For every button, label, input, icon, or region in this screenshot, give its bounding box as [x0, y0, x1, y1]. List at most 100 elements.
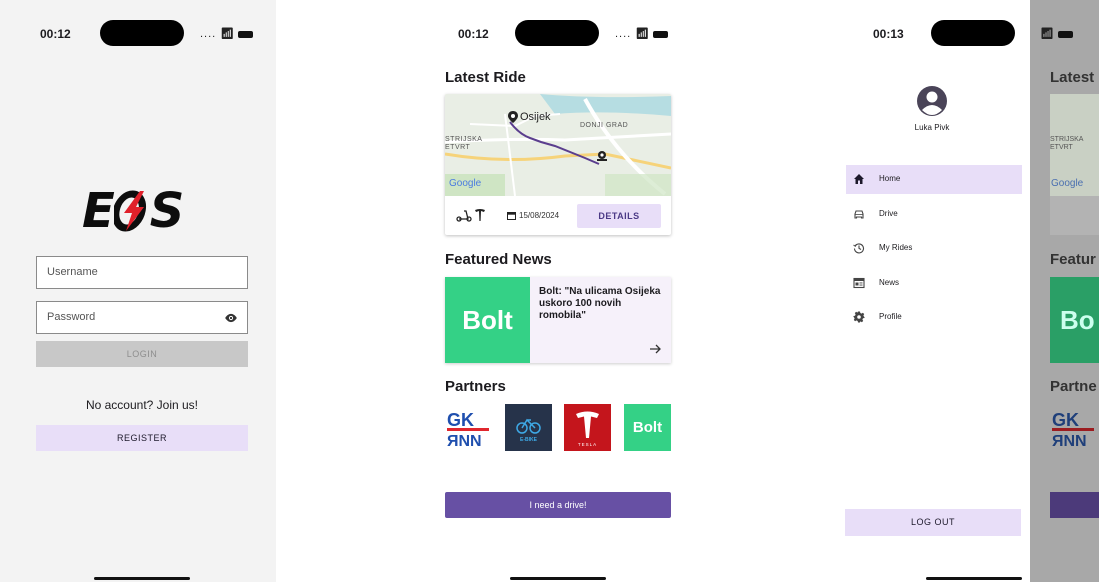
- home-indicator: [926, 577, 1022, 580]
- map-area-label-2: ETVRT: [445, 144, 471, 151]
- nav-label-drive: Drive: [879, 209, 898, 218]
- news-headline: Bolt: "Na ulicama Osijeka uskoro 100 nov…: [539, 286, 661, 321]
- logout-button[interactable]: LOG OUT: [845, 509, 1021, 536]
- need-drive-button[interactable]: I need a drive!: [445, 492, 671, 518]
- svg-text:ЯNN: ЯNN: [447, 433, 482, 450]
- partner-tesla-logo[interactable]: TESLA: [564, 404, 611, 451]
- gk-logo-icon: GK ЯNN: [447, 410, 489, 450]
- behind-map-label-2: ETVRT: [1050, 144, 1073, 151]
- behind-gk-logo: GK ЯNN: [1050, 404, 1097, 451]
- nav-label-home: Home: [879, 174, 901, 183]
- home-indicator: [94, 577, 190, 580]
- nav-label-news: News: [879, 278, 900, 287]
- join-text: No account? Join us!: [85, 398, 199, 412]
- behind-system-icons: 📶︎: [1040, 27, 1073, 40]
- register-button[interactable]: REGISTER: [36, 425, 248, 451]
- map-city-label: Osijek: [520, 111, 551, 123]
- battery-icon: [1057, 30, 1073, 38]
- behind-map: STRIJSKA ETVRT Google: [1050, 94, 1099, 196]
- login-button[interactable]: LOGIN: [36, 341, 248, 367]
- behind-bolt-tile: Bo: [1050, 277, 1099, 363]
- password-field[interactable]: Password: [36, 301, 248, 334]
- map-provider-label: Google: [449, 178, 482, 189]
- user-name: Luka Pivk: [914, 123, 950, 132]
- ride-date: 15/08/2024: [519, 211, 560, 220]
- logo-letter-e: E: [82, 183, 116, 239]
- featured-news-card[interactable]: Bolt Bolt: "Na ulicama Osijeka uskoro 10…: [445, 277, 671, 363]
- dynamic-island: [515, 20, 599, 46]
- arrow-right-icon[interactable]: [650, 344, 662, 354]
- status-time: 00:12: [458, 27, 489, 41]
- logo-letter-s: S: [149, 183, 186, 239]
- behind-partners-title: Partne: [1050, 378, 1097, 395]
- login-screen: 00:12 .... 📶︎ E S Username Password LOGI…: [0, 0, 276, 582]
- nav-item-profile[interactable]: Profile: [846, 303, 1022, 332]
- svg-text:GK: GK: [447, 410, 474, 430]
- nav-item-my-rides[interactable]: My Rides: [846, 234, 1022, 263]
- behind-featured-title: Featur: [1050, 251, 1096, 268]
- details-button[interactable]: DETAILS: [577, 204, 661, 228]
- home-indicator: [510, 577, 606, 580]
- tesla-mini-icon: [475, 209, 485, 221]
- gear-icon: [853, 311, 865, 323]
- partner-bolt-logo[interactable]: Bolt: [624, 404, 671, 451]
- behind-ride-row: [1050, 196, 1099, 235]
- logo-bolt-o-icon: [113, 190, 146, 232]
- wifi-icon: 📶︎: [635, 28, 651, 40]
- status-bar: 00:12 .... 📶︎: [414, 0, 690, 60]
- behind-map-label-1: STRIJSKA: [1050, 136, 1084, 143]
- svg-text:ЯNN: ЯNN: [1052, 433, 1087, 450]
- behind-map-provider: Google: [1051, 178, 1084, 189]
- behind-latest-title: Latest: [1050, 69, 1095, 86]
- battery-icon: [653, 30, 669, 38]
- newspaper-icon: [853, 277, 865, 289]
- wifi-icon: 📶︎: [220, 28, 236, 40]
- status-bar: 00:12 .... 📶︎: [0, 0, 276, 60]
- password-placeholder: Password: [47, 311, 96, 323]
- location-pin-icon: [508, 111, 518, 123]
- system-icons: .... 📶︎: [200, 27, 254, 40]
- news-bolt-logo: Bolt: [445, 277, 530, 363]
- drawer-screen: Latest STRIJSKA ETVRT Google Featur Bo P…: [830, 0, 1099, 582]
- nav-item-news[interactable]: News: [846, 269, 1022, 298]
- system-icons: .... 📶︎: [615, 27, 669, 40]
- scooter-icon: [456, 210, 472, 222]
- username-placeholder: Username: [47, 266, 98, 278]
- home-icon: [854, 174, 864, 184]
- ride-info-row: 15/08/2024 DETAILS: [445, 196, 671, 234]
- ride-map[interactable]: Osijek DONJI GRAD STRIJSKA ETVRT Google: [445, 94, 671, 196]
- latest-ride-card: Osijek DONJI GRAD STRIJSKA ETVRT Google …: [445, 94, 671, 235]
- account-circle-icon[interactable]: [917, 86, 947, 116]
- svg-text:GK: GK: [1052, 410, 1079, 430]
- svg-text:E-BIKE: E-BIKE: [520, 437, 538, 443]
- status-time: 00:12: [40, 27, 71, 41]
- calendar-icon: [507, 212, 516, 220]
- map-district-label: DONJI GRAD: [580, 122, 629, 129]
- partner-ebike-logo[interactable]: E-BIKE: [505, 404, 552, 451]
- eye-icon[interactable]: [224, 311, 238, 325]
- username-field[interactable]: Username: [36, 256, 248, 289]
- wifi-icon: 📶︎: [1040, 28, 1055, 40]
- ebike-logo-icon: E-BIKE: [516, 418, 541, 443]
- map-area-label-1: STRIJSKA: [445, 136, 483, 143]
- nav-item-drive[interactable]: Drive: [846, 200, 1022, 229]
- nav-item-home[interactable]: Home: [846, 165, 1022, 194]
- dashboard-screen: 00:12 .... 📶︎ Latest Ride Osijek DONJI G…: [414, 0, 690, 582]
- behind-drive-button: [1050, 492, 1099, 518]
- eos-logo: E S: [82, 183, 185, 239]
- status-time: 00:13: [873, 27, 904, 41]
- partners-title: Partners: [445, 378, 506, 395]
- svg-text:TESLA: TESLA: [578, 442, 597, 447]
- dynamic-island: [100, 20, 184, 46]
- drawer-scrim[interactable]: Latest STRIJSKA ETVRT Google Featur Bo P…: [1030, 0, 1099, 582]
- partner-gk-logo[interactable]: GK ЯNN: [445, 404, 492, 451]
- scooter-destination-icon: [597, 151, 607, 161]
- dynamic-island: [931, 20, 1015, 46]
- behind-gk-icon: GK ЯNN: [1052, 410, 1094, 450]
- car-icon: [854, 210, 864, 219]
- nav-label-my-rides: My Rides: [879, 243, 913, 252]
- tesla-logo-icon: TESLA: [576, 411, 599, 447]
- navigation-drawer: 00:13 Luka Pivk Home Drive My Rides News…: [830, 0, 1030, 582]
- featured-news-title: Featured News: [445, 251, 552, 268]
- battery-icon: [238, 30, 254, 38]
